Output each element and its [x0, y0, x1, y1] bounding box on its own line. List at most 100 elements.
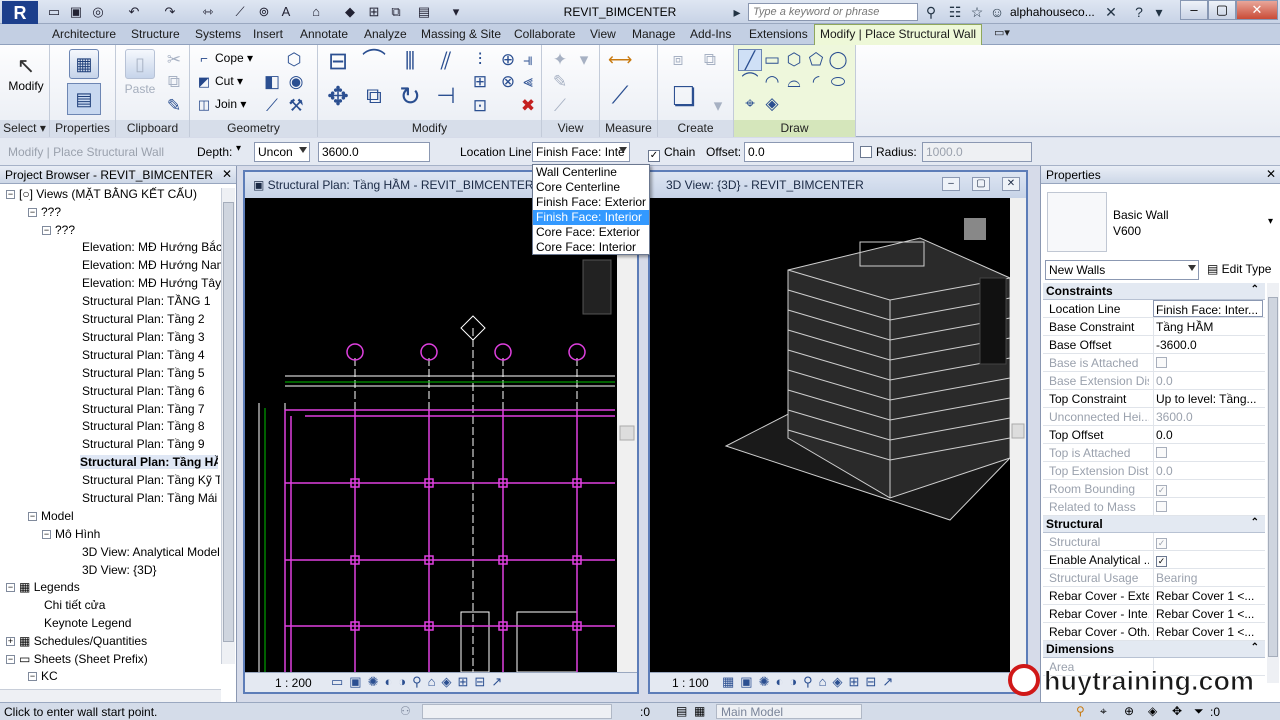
help-dropdown-icon[interactable]: ▾ [1150, 3, 1168, 21]
trim-single-icon[interactable]: ⫣ [516, 49, 540, 71]
dimension-icon[interactable]: ⟋ [232, 4, 248, 20]
tree-group[interactable]: − Mô Hình [42, 527, 100, 541]
tree-group[interactable]: −??? [28, 205, 61, 219]
group-structural[interactable]: Structural ⌃ [1043, 516, 1265, 533]
create-assembly-icon[interactable]: ⧈ [666, 49, 690, 71]
instance-filter-select[interactable]: New Walls [1045, 260, 1199, 280]
prop-row[interactable]: Base Constraint Tầng HẦM [1043, 318, 1265, 336]
collapse-icon[interactable]: − [28, 208, 37, 217]
chevron-down-icon[interactable]: ▾ [1268, 216, 1273, 227]
binoculars-icon[interactable]: ⚲ [922, 3, 940, 21]
play-icon[interactable]: ▸ [728, 3, 746, 21]
section-icon[interactable]: ◆ [342, 4, 358, 20]
navigation-bar[interactable] [582, 259, 612, 315]
plan-scale[interactable]: 1 : 200 [275, 676, 312, 690]
hide-dropdown-icon[interactable]: ▾ [572, 49, 596, 71]
radius-input[interactable]: 1000.0 [922, 142, 1032, 162]
override-icon[interactable]: ✎ [548, 71, 572, 93]
scrollbar-thumb[interactable] [1011, 423, 1025, 439]
tree-item[interactable]: Elevation: MĐ Hướng Bắc [82, 240, 222, 254]
dropdown-option[interactable]: Wall Centerline [533, 165, 649, 180]
tree-item[interactable]: Structural Plan: Tầng Kỹ Thu [82, 473, 220, 487]
app-logo[interactable]: R [2, 1, 38, 25]
split-icon[interactable]: ⫶ [468, 49, 492, 71]
text-icon[interactable]: A [278, 4, 294, 20]
draw-fillet-arc-icon[interactable]: ◜ [804, 71, 828, 93]
height-constraint-select[interactable]: Uncon [254, 142, 310, 162]
draw-line-icon[interactable]: ╱ [738, 49, 762, 71]
close-button[interactable]: ✕ [1236, 0, 1278, 20]
group-constraints[interactable]: Constraints ⌃ [1043, 283, 1265, 300]
match-properties-icon[interactable]: ✎ [162, 95, 186, 117]
select-underlay-icon[interactable]: ⌖ [1100, 704, 1107, 719]
tree-item[interactable]: Structural Plan: Tầng 7 [82, 402, 205, 416]
tree-item[interactable]: 3D View: {3D} [82, 563, 157, 577]
select-links-icon[interactable]: ⚲ [1076, 704, 1085, 718]
cut-clipboard-icon[interactable]: ✂ [162, 49, 186, 71]
plan-canvas[interactable] [245, 198, 637, 672]
save-icon[interactable]: ▣ [68, 4, 84, 20]
tree-group[interactable]: − KC [28, 669, 58, 683]
browser-hscrollbar[interactable] [0, 689, 221, 703]
tree-item[interactable]: Structural Plan: Tầng 8 [82, 419, 205, 433]
tab-modify-place-structural-wall[interactable]: Modify | Place Structural Wall [814, 24, 983, 45]
trim-multiple-icon[interactable]: ⫷ [516, 71, 540, 93]
draw-start-end-arc-icon[interactable]: ⌒ [738, 71, 762, 93]
modify-button[interactable]: ↖ Modify [6, 53, 46, 93]
offset-icon[interactable]: ⌒ [362, 50, 386, 81]
tree-item[interactable]: Structural Plan: Tầng 6 [82, 384, 205, 398]
search-input[interactable]: Type a keyword or phrase [748, 3, 918, 21]
properties-scrollbar[interactable] [1267, 283, 1279, 683]
height-value-input[interactable]: 3600.0 [318, 142, 430, 162]
tree-model[interactable]: − Model [28, 509, 74, 523]
close-view-button[interactable]: ✕ [1002, 177, 1020, 191]
worksets-icon[interactable]: ⚇ [400, 704, 411, 718]
cope-button[interactable]: ⌐ Cope ▾ [196, 51, 253, 67]
align-icon[interactable]: ⊟ [326, 50, 350, 81]
3d-view-icon[interactable]: ⌂ [308, 4, 324, 20]
editable-only-icon[interactable]: ▦ [694, 704, 705, 718]
create-similar-icon[interactable]: ▾ [706, 95, 730, 117]
prop-row[interactable]: Top Constraint Up to level: Tầng... [1043, 390, 1265, 408]
tree-views[interactable]: − [○] Views (MẶT BẰNG KẾT CẤU) [6, 187, 197, 201]
rotate-icon[interactable]: ↻ [398, 83, 422, 117]
tree-sheets[interactable]: − ▭ Sheets (Sheet Prefix) [6, 652, 148, 666]
select-pinned-icon[interactable]: ⊕ [1124, 704, 1134, 718]
view-control-icons[interactable]: ▦▣✺◐◑⚲⌂◈⊞⊟↗ [722, 674, 899, 690]
viewcube[interactable] [964, 218, 986, 240]
copy-modify-icon[interactable]: ⧉ [362, 85, 386, 117]
minimize-view-button[interactable]: – [942, 177, 960, 191]
tree-item[interactable]: Structural Plan: Tầng 5 [82, 366, 205, 380]
linework-icon[interactable]: ⟋ [548, 95, 572, 117]
draw-polygon-icon[interactable]: ⬡ [782, 49, 806, 71]
prop-row[interactable]: Rebar Cover - Oth... Rebar Cover 1 <... [1043, 623, 1265, 641]
tree-item[interactable]: Structural Plan: Tầng 2 [82, 312, 205, 326]
type-properties-button[interactable]: ▦ [62, 49, 106, 82]
depth-dropdown-icon[interactable]: ▾ [236, 143, 241, 154]
tab-insert[interactable]: Insert [253, 27, 283, 41]
tab-massing-site[interactable]: Massing & Site [421, 27, 501, 41]
tab-add-ins[interactable]: Add-Ins [690, 27, 731, 41]
dropdown-option[interactable]: Finish Face: Exterior [533, 195, 649, 210]
view-control-icons[interactable]: ▭▣✺◐◑⚲⌂◈⊞⊟↗ [331, 674, 508, 690]
design-option-select[interactable]: Main Model [716, 704, 862, 719]
close-icon[interactable]: ✕ [1266, 167, 1276, 181]
draw-center-arc-icon[interactable]: ◠ [760, 71, 784, 93]
select-by-face-icon[interactable]: ◈ [1148, 704, 1157, 718]
prop-value[interactable]: Finish Face: Inter... [1153, 300, 1263, 317]
dropdown-option[interactable]: Core Face: Exterior [533, 225, 649, 240]
radius-checkbox[interactable]: Radius: [860, 145, 917, 159]
sync-icon[interactable]: ◎ [90, 4, 106, 20]
copy-clipboard-icon[interactable]: ⧉ [162, 71, 186, 93]
draw-inscribed-polygon-icon[interactable]: ⬠ [804, 49, 828, 71]
pick-lines-icon[interactable]: ⌖ [738, 93, 762, 115]
tab-manage[interactable]: Manage [632, 27, 675, 41]
switch-windows-icon[interactable]: ▤ [416, 4, 432, 20]
hammer-icon[interactable]: ⚒ [284, 95, 308, 117]
tab-systems[interactable]: Systems [195, 27, 241, 41]
close-hidden-icon[interactable]: ⧉ [388, 4, 404, 20]
hide-bulb-icon[interactable]: ✦ [548, 49, 572, 71]
prop-row[interactable]: Base Offset -3600.0 [1043, 336, 1265, 354]
properties-toggle-button[interactable]: ▤ [67, 83, 101, 115]
prop-row[interactable]: Enable Analytical ... ✓ [1043, 551, 1265, 569]
